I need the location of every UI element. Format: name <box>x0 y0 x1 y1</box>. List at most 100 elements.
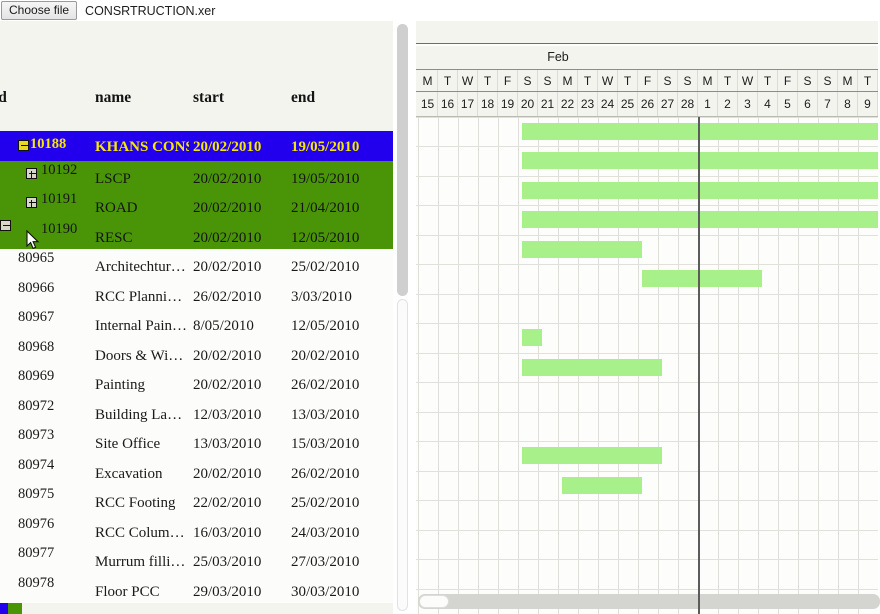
gantt-day-cell: 23 <box>578 91 598 116</box>
table-row[interactable]: 80974 Excavation 20/02/2010 26/02/2010 <box>0 455 393 485</box>
gantt-horizontal-scrollbar[interactable] <box>418 594 880 609</box>
collapse-icon[interactable] <box>18 140 29 151</box>
row-id: 80976 <box>18 515 55 532</box>
expand-icon[interactable] <box>26 197 37 208</box>
table-row[interactable]: 10188 KHANS CONS 20/02/2010 19/05/2010 <box>0 131 393 161</box>
gantt-task-bar[interactable] <box>522 122 880 140</box>
table-row[interactable]: 10190 RESC 20/02/2010 12/05/2010 <box>0 219 393 249</box>
gantt-weekday-cell: T <box>718 69 738 91</box>
row-name: RCC Colum… <box>95 524 185 541</box>
row-name: LSCP <box>95 170 131 187</box>
row-id: 10191 <box>41 191 78 207</box>
row-name: Building La… <box>95 406 183 423</box>
column-header-start[interactable]: start <box>193 89 224 107</box>
gantt-grid[interactable] <box>416 116 880 614</box>
gantt-day-cell: 9 <box>858 91 878 116</box>
row-id: 10192 <box>41 161 78 178</box>
gantt-day-cell: 2 <box>718 91 738 116</box>
table-header-row: id name start end <box>0 21 393 131</box>
gantt-hscrollbar-thumb[interactable] <box>419 595 449 608</box>
gantt-task-bar[interactable] <box>562 476 642 494</box>
row-name: Architechtur… <box>95 259 186 275</box>
table-row[interactable]: 10192 LSCP 20/02/2010 19/05/2010 <box>0 160 393 190</box>
row-name: KHANS CONS <box>95 139 189 155</box>
gantt-chart-panel[interactable]: Feb MTWTFSSMTWTFSSMTWTFSSMT 15 16 17 18 19 20… <box>416 21 880 614</box>
row-end-date: 27/03/2010 <box>291 554 360 570</box>
row-id: 10188 <box>30 136 67 152</box>
gantt-weekday-cell: S <box>538 69 558 91</box>
table-row[interactable]: 80966 RCC Planni… 26/02/2010 3/03/2010 <box>0 278 393 308</box>
collapse-icon[interactable] <box>0 219 11 231</box>
column-header-name[interactable]: name <box>95 89 131 107</box>
file-upload-bar: Choose file CONSRTRUCTION.xer <box>0 0 880 21</box>
gantt-weekday-cell: S <box>798 69 818 91</box>
gantt-day-cell: 3 <box>738 91 758 116</box>
row-start-date: 13/03/2010 <box>193 436 262 452</box>
gantt-weekday-cell: W <box>738 69 758 91</box>
gantt-day-cell: 26 <box>638 91 658 116</box>
gantt-day-cell: 7 <box>818 91 838 116</box>
table-row[interactable]: 80965 Architechtur… 20/02/2010 25/02/2010 <box>0 249 393 279</box>
gantt-task-bar[interactable] <box>642 270 762 287</box>
gantt-task-bar[interactable] <box>522 152 880 169</box>
grid-vline <box>518 116 519 614</box>
row-end-date: 19/05/2010 <box>291 170 360 187</box>
table-row[interactable]: 80975 RCC Footing 22/02/2010 25/02/2010 <box>0 485 393 515</box>
gantt-task-bar[interactable] <box>522 329 542 346</box>
row-end-date: 24/03/2010 <box>291 524 360 541</box>
table-row[interactable]: 80972 Building La… 12/03/2010 13/03/2010 <box>0 396 393 426</box>
gantt-task-bar[interactable] <box>522 181 880 199</box>
row-name: Excavation <box>95 465 163 482</box>
gantt-weekday-cell: W <box>458 69 478 91</box>
table-row[interactable]: 80978 Floor PCC 29/03/2010 30/03/2010 <box>0 573 393 603</box>
gantt-day-cell: 22 <box>558 91 578 116</box>
table-row[interactable]: 10191 ROAD 20/02/2010 21/04/2010 <box>0 190 393 220</box>
column-header-id[interactable]: id <box>0 89 7 107</box>
gantt-day-cell: 17 <box>458 91 478 116</box>
table-row[interactable]: 80976 RCC Colum… 16/03/2010 24/03/2010 <box>0 514 393 544</box>
grid-hline <box>416 441 880 442</box>
table-row[interactable]: 80977 Murrum filli… 25/03/2010 27/03/2010 <box>0 544 393 574</box>
grid-vline <box>498 116 499 614</box>
grid-vline <box>458 116 459 614</box>
row-id: 80969 <box>18 368 55 384</box>
table-row[interactable]: 80967 Internal Pain… 8/05/2010 12/05/2010 <box>0 308 393 338</box>
row-id: 80965 <box>18 250 55 266</box>
grid-hline <box>416 293 880 295</box>
table-row[interactable]: 80973 Site Office 13/03/2010 15/03/2010 <box>0 426 393 456</box>
month-divider-grid <box>698 116 700 614</box>
gantt-task-bar[interactable] <box>522 211 880 228</box>
row-start-date: 16/03/2010 <box>193 524 262 541</box>
row-start-date: 26/02/2010 <box>193 288 262 305</box>
gantt-weekday-cell: M <box>418 69 438 91</box>
column-header-end[interactable]: end <box>291 89 315 107</box>
left-scrollbar-track[interactable] <box>397 299 408 611</box>
row-id: 80966 <box>18 279 55 296</box>
row-name: Doors & Wi… <box>95 347 184 364</box>
gantt-task-bar[interactable] <box>522 358 662 376</box>
gantt-task-bar[interactable] <box>522 240 642 258</box>
row-name: Internal Pain… <box>95 318 188 334</box>
row-start-date: 20/02/2010 <box>193 259 262 275</box>
row-id: 80967 <box>18 309 55 325</box>
table-row[interactable]: 80968 Doors & Wi… 20/02/2010 20/02/2010 <box>0 337 393 367</box>
selected-file-name: CONSRTRUCTION.xer <box>85 3 216 18</box>
grid-hline <box>416 116 880 118</box>
grid-hline <box>416 470 880 472</box>
left-scrollbar-thumb[interactable] <box>397 24 408 296</box>
gantt-day-cell: 15 <box>418 91 438 116</box>
choose-file-button[interactable]: Choose file <box>1 1 78 20</box>
gantt-day-cell: 6 <box>798 91 818 116</box>
grid-hline <box>416 175 880 177</box>
table-row[interactable]: 80969 Painting 20/02/2010 26/02/2010 <box>0 367 393 397</box>
row-end-date: 12/05/2010 <box>291 229 360 246</box>
task-table-panel[interactable]: id name start end 10188 KHANS CONS 20/02/2… <box>0 21 393 614</box>
gantt-day-cell: 16 <box>438 91 458 116</box>
expand-icon[interactable] <box>26 167 37 179</box>
gantt-weekday-cell: S <box>818 69 838 91</box>
row-end-date: 25/02/2010 <box>291 495 360 511</box>
grid-hline <box>416 264 880 265</box>
left-panel-vertical-scrollbar[interactable] <box>395 21 410 614</box>
gantt-day-cell: 24 <box>598 91 618 116</box>
gantt-task-bar[interactable] <box>522 447 662 464</box>
